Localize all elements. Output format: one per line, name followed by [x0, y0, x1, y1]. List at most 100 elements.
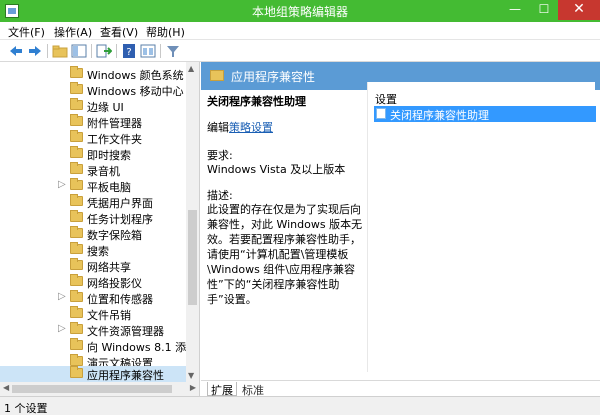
minimize-button[interactable]: — [500, 0, 530, 20]
edit-prefix: 编辑 [207, 121, 229, 134]
expand-icon[interactable]: ▷ [58, 291, 66, 302]
scroll-left-icon[interactable]: ◀ [3, 383, 9, 392]
tree-item-label: 位置和传感器 [87, 293, 153, 306]
tree-item-label: 应用程序兼容性 [87, 369, 164, 382]
folder-icon [70, 354, 83, 366]
export-list-icon[interactable] [96, 43, 112, 59]
svg-text:?: ? [126, 47, 131, 58]
tree-item-label: Windows 颜色系统 [87, 69, 184, 82]
tree-item[interactable]: 搜索 [0, 242, 186, 258]
toolbar-separator [91, 44, 92, 58]
status-bar: 1 个设置 [0, 396, 600, 415]
tree-item[interactable]: 凭据用户界面 [0, 194, 186, 210]
folder-icon [70, 210, 83, 222]
menu-file[interactable]: 文件(F) [8, 24, 45, 40]
back-arrow-icon[interactable] [8, 43, 24, 59]
scroll-up-icon[interactable]: ▲ [188, 64, 194, 73]
tree-item-label: 凭据用户界面 [87, 197, 153, 210]
title-bar: 本地组策略编辑器 — ☐ ✕ [0, 0, 600, 22]
folder-icon [70, 178, 83, 190]
tree-item[interactable]: 工作文件夹 [0, 130, 186, 146]
folder-icon [70, 306, 83, 318]
properties-icon[interactable] [140, 43, 156, 59]
tree-item[interactable]: 网络共享 [0, 258, 186, 274]
toolbar-separator [47, 44, 48, 58]
description-label: 描述: [207, 189, 233, 202]
policy-setting-icon [376, 108, 386, 119]
tree-item-label: 文件吊销 [87, 309, 131, 322]
scroll-down-icon[interactable]: ▼ [188, 371, 194, 380]
tree-item-label: 工作文件夹 [87, 133, 142, 146]
folder-icon [70, 98, 83, 110]
tree-item[interactable]: 附件管理器 [0, 114, 186, 130]
scrollbar-thumb[interactable] [188, 210, 197, 305]
menu-help[interactable]: 帮助(H) [146, 24, 185, 40]
menu-bar: 文件(F) 操作(A) 查看(V) 帮助(H) [0, 22, 600, 40]
tab-extended[interactable]: 扩展 [207, 382, 237, 397]
folder-icon [70, 242, 83, 254]
tree-item[interactable]: Windows 移动中心 [0, 82, 186, 98]
tree-item[interactable]: ▷ 文件资源管理器 [0, 322, 186, 338]
folder-icon [70, 82, 83, 94]
filter-icon[interactable] [165, 43, 181, 59]
menu-action[interactable]: 操作(A) [54, 24, 92, 40]
detail-header-title: 应用程序兼容性 [231, 70, 316, 84]
folder-icon [70, 146, 83, 158]
show-hide-tree-icon[interactable] [71, 43, 87, 59]
tree-item-label: 平板电脑 [87, 181, 131, 194]
tree-item-label: 网络共享 [87, 261, 131, 274]
tree-item[interactable]: ▷ 平板电脑 [0, 178, 186, 194]
tree-item-selected[interactable]: 应用程序兼容性 [0, 366, 186, 382]
tree-item-label: 录音机 [87, 165, 120, 178]
tree-item[interactable]: 即时搜索 [0, 146, 186, 162]
edit-line: 编辑策略设置 [207, 120, 365, 135]
view-tabs: 扩展 标准 [201, 380, 600, 397]
help-icon[interactable]: ? [121, 43, 137, 59]
folder-icon [70, 162, 83, 174]
tree-item[interactable]: 向 Windows 8.1 添加功 [0, 338, 199, 354]
folder-icon [70, 290, 83, 302]
policy-title: 关闭程序兼容性助理 [207, 95, 306, 108]
status-text: 1 个设置 [4, 402, 48, 415]
settings-list-row[interactable]: 关闭程序兼容性助理 [374, 106, 596, 122]
scroll-right-icon[interactable]: ▶ [190, 383, 196, 392]
detail-pane: 应用程序兼容性 关闭程序兼容性助理 编辑策略设置 要求: Windows Vis… [201, 62, 600, 397]
folder-icon [70, 194, 83, 206]
folder-icon [210, 70, 224, 81]
close-button[interactable]: ✕ [558, 0, 600, 20]
requirements-label: 要求: [207, 149, 233, 162]
tree-item[interactable]: ▷ 位置和传感器 [0, 290, 186, 306]
forward-arrow-icon[interactable] [27, 43, 43, 59]
tree-item[interactable]: 数字保险箱 [0, 226, 186, 242]
tree-vertical-scrollbar[interactable]: ▲ ▼ [186, 62, 199, 382]
maximize-button[interactable]: ☐ [530, 0, 558, 20]
requirements-value: Windows Vista 及以上版本 [207, 163, 346, 176]
up-folder-icon[interactable] [52, 43, 68, 59]
menu-view[interactable]: 查看(V) [100, 24, 138, 40]
navigation-tree: Windows 颜色系统 Windows 移动中心 边缘 UI 附件管理器 工作… [0, 62, 200, 382]
policy-settings-link[interactable]: 策略设置 [229, 121, 273, 134]
scrollbar-thumb[interactable] [12, 385, 172, 393]
folder-icon [70, 338, 83, 350]
folder-icon [70, 274, 83, 286]
tree-item[interactable]: Windows 颜色系统 [0, 66, 186, 82]
folder-icon [70, 66, 83, 78]
folder-icon [70, 258, 83, 270]
tree-item-label: 边缘 UI [87, 101, 124, 114]
toolbar-separator [160, 44, 161, 58]
description-text: 此设置的存在仅是为了实现后向兼容性，对此 Windows 版本无效。若要配置程序… [207, 203, 363, 306]
tree-item[interactable]: 录音机 [0, 162, 186, 178]
tree-item-label: 附件管理器 [87, 117, 142, 130]
expand-icon[interactable]: ▷ [58, 323, 66, 334]
tab-standard[interactable]: 标准 [239, 382, 267, 397]
tree-item[interactable]: 任务计划程序 [0, 210, 186, 226]
folder-icon [70, 114, 83, 126]
tree-item[interactable]: 网络投影仪 [0, 274, 186, 290]
expand-icon[interactable]: ▷ [58, 179, 66, 190]
folder-icon [70, 366, 83, 378]
tree-item[interactable]: 文件吊销 [0, 306, 186, 322]
tree-item-label: 网络投影仪 [87, 277, 142, 290]
settings-column-header[interactable]: 设置 [375, 91, 397, 107]
tree-item[interactable]: 边缘 UI [0, 98, 186, 114]
tree-horizontal-scrollbar[interactable]: ◀ ▶ [0, 382, 200, 396]
